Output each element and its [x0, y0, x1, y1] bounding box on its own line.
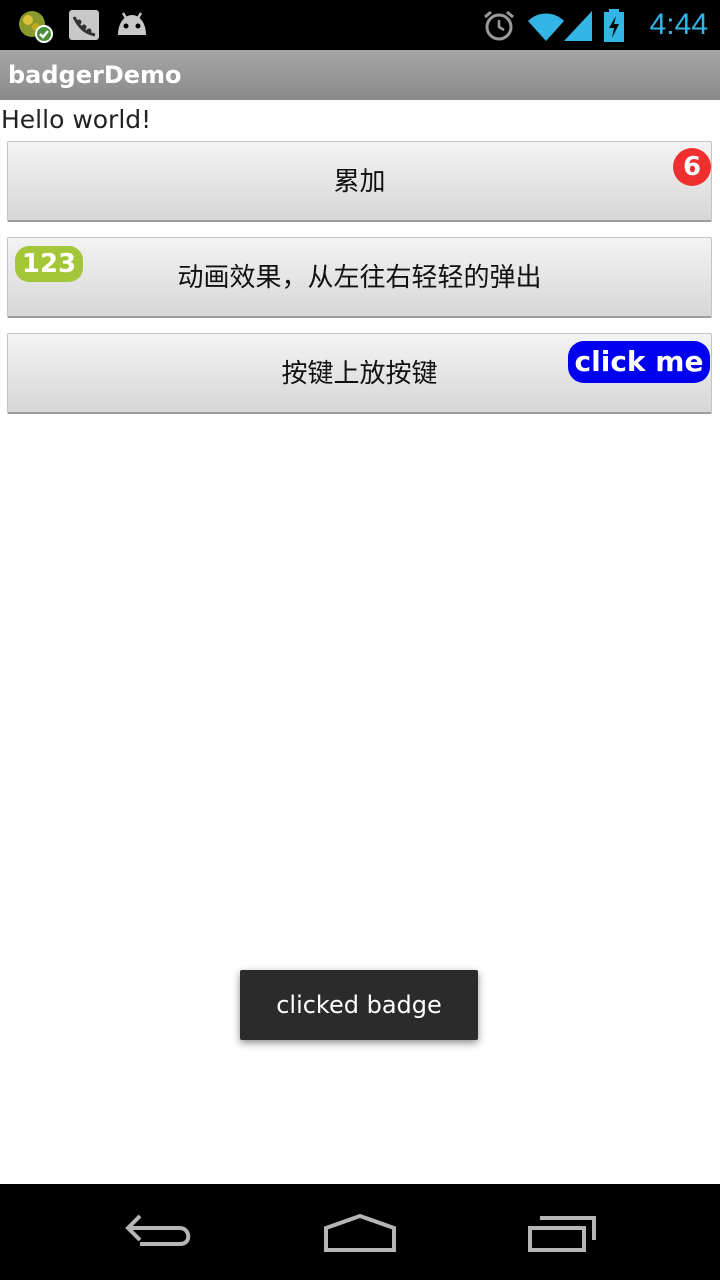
wifi-icon [528, 13, 564, 41]
status-clock: 4:44 [649, 8, 708, 41]
action-bar: badgerDemo [0, 50, 720, 100]
alarm-icon [484, 10, 514, 41]
animation-badge: 123 [15, 246, 83, 282]
status-bar: 4:44 [0, 0, 720, 50]
animation-button[interactable]: 动画效果，从左往右轻轻的弹出 [7, 237, 712, 318]
click-me-badge[interactable]: click me [568, 341, 710, 383]
toast-message: clicked badge [240, 970, 478, 1040]
signal-icon [564, 11, 592, 41]
home-icon[interactable] [310, 1202, 410, 1262]
count-badge: 6 [673, 148, 711, 186]
battery-charging-icon [604, 9, 624, 42]
app-notification-icon [19, 11, 53, 43]
app-title: badgerDemo [8, 61, 182, 89]
hello-text: Hello world! [1, 105, 152, 134]
increment-button[interactable]: 累加 [7, 141, 712, 222]
beanstalk-notification-icon [69, 10, 99, 40]
android-debug-icon [118, 12, 146, 35]
navigation-bar [0, 1184, 720, 1280]
back-icon[interactable] [110, 1202, 210, 1262]
recent-apps-icon[interactable] [510, 1202, 610, 1262]
